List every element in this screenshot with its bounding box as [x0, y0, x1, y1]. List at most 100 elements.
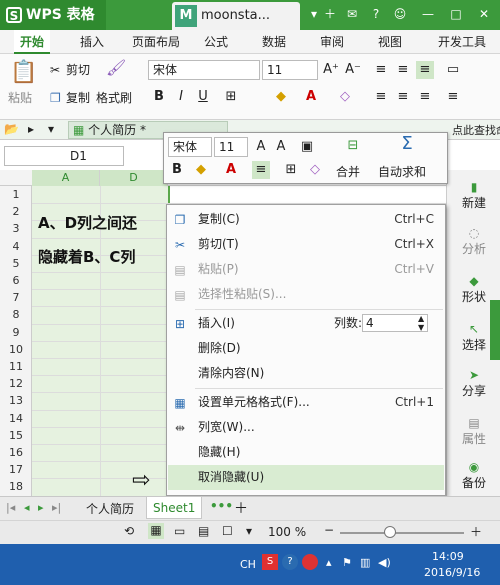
column-header-a[interactable]: A	[32, 170, 100, 186]
merge-button[interactable]: 合并	[336, 163, 360, 180]
wrap-icon[interactable]: ▭	[444, 61, 462, 79]
tab-dropdown-icon[interactable]: ▾	[306, 6, 322, 22]
align-right-icon[interactable]: ≡	[416, 88, 434, 106]
sheet-tab-sheet1[interactable]: Sheet1	[146, 497, 203, 519]
menu-item-format-cells[interactable]: ▦ 设置单元格格式(F)... Ctrl+1	[168, 390, 444, 415]
maximize-icon[interactable]: □	[448, 6, 464, 22]
tab-formula[interactable]: 公式	[198, 30, 234, 54]
row-header[interactable]: 16	[0, 444, 32, 461]
italic-button[interactable]: I	[172, 88, 190, 106]
bold-button[interactable]: B	[150, 88, 168, 106]
zoom-slider-track[interactable]	[340, 532, 464, 534]
new-panel-item[interactable]: ▮ 新建	[447, 180, 500, 211]
justify-icon[interactable]: ≡	[444, 88, 462, 106]
autosum-icon[interactable]: Σ	[398, 135, 416, 153]
column-header-d[interactable]: D	[100, 170, 168, 186]
tab-page-layout[interactable]: 页面布局	[126, 30, 186, 54]
menu-item-paste-special[interactable]: ▤ 选择性粘贴(S)...	[168, 282, 444, 307]
tab-developer[interactable]: 开发工具	[424, 30, 500, 54]
borders-icon[interactable]: ⊞	[222, 88, 240, 106]
underline-button[interactable]: U	[194, 88, 212, 106]
spinner-icon[interactable]: ▲ ▼	[418, 314, 424, 332]
shrink-font-button[interactable]: A⁻	[344, 61, 362, 79]
tab-start[interactable]: 开始	[14, 30, 50, 54]
help-icon[interactable]: ?	[368, 6, 384, 22]
backup-panel-item[interactable]: ◉ 备份	[447, 460, 500, 491]
analyze-panel-item[interactable]: ◌ 分析	[447, 226, 500, 257]
row-header[interactable]: 10	[0, 341, 32, 358]
row-header[interactable]: 3	[0, 220, 32, 237]
sheet-tab-resume[interactable]: 个人简历	[80, 499, 140, 519]
tray-expand-icon[interactable]: ▴	[326, 556, 332, 569]
align-middle-icon[interactable]: ≡	[394, 61, 412, 79]
zoom-level[interactable]: 100 %	[268, 525, 306, 539]
mini-align-icon[interactable]: ≡	[252, 161, 270, 179]
tab-view[interactable]: 视图	[372, 30, 408, 54]
sheet-nav-next-icon[interactable]: ▸	[38, 501, 44, 514]
clock-date[interactable]: 2016/9/16	[424, 566, 480, 579]
mini-fill-color-icon[interactable]: ◆	[192, 161, 210, 179]
sogou-ime-icon[interactable]: S	[262, 554, 278, 570]
merge-icon[interactable]: ⊟	[344, 137, 362, 155]
mini-shrink-font-icon[interactable]: A	[272, 138, 290, 156]
input-language[interactable]: CH	[240, 558, 256, 571]
cut-button[interactable]: 剪切	[66, 62, 90, 78]
font-color-icon[interactable]: A	[302, 88, 320, 106]
cut-icon[interactable]: ✂	[50, 62, 60, 78]
mini-font-color-icon[interactable]: A	[222, 161, 240, 179]
mini-font-size[interactable]: 11	[214, 137, 248, 157]
row-header[interactable]: 9	[0, 324, 32, 341]
fill-color-icon[interactable]: ◆	[272, 88, 290, 106]
tray-app-icon[interactable]	[302, 554, 318, 570]
mini-bold-button[interactable]: B	[168, 161, 186, 179]
command-search[interactable]: 点此查找命令 (Alt+Q)	[452, 122, 500, 138]
mini-grow-font-icon[interactable]: A	[252, 138, 270, 156]
skin-icon[interactable]: ✉	[344, 6, 360, 22]
menu-item-column-width[interactable]: ⇹ 列宽(W)...	[168, 415, 444, 440]
reading-mode-icon[interactable]: ☐	[222, 524, 233, 538]
row-header[interactable]: 7	[0, 289, 32, 306]
zoom-in-icon[interactable]: ＋	[470, 523, 482, 540]
align-center-icon[interactable]: ≡	[394, 88, 412, 106]
panel-toggle[interactable]	[490, 300, 500, 360]
minimize-icon[interactable]: —	[420, 6, 436, 22]
row-header[interactable]: 5	[0, 255, 32, 272]
sheet-nav-last-icon[interactable]: ▸|	[52, 501, 61, 514]
clear-format-icon[interactable]: ◇	[336, 88, 354, 106]
menu-item-cut[interactable]: ✂ 剪切(T) Ctrl+X	[168, 232, 444, 257]
name-box[interactable]: D1	[4, 146, 124, 166]
network-icon[interactable]: ▥	[360, 556, 370, 569]
menu-item-paste[interactable]: ▤ 粘贴(P) Ctrl+V	[168, 257, 444, 282]
paste-icon[interactable]: 📋	[10, 60, 40, 88]
align-bottom-icon[interactable]: ≡	[416, 61, 434, 79]
help-tray-icon[interactable]: ?	[282, 554, 298, 570]
sheet-nav-first-icon[interactable]: |◂	[6, 501, 15, 514]
format-painter-button[interactable]: 格式刷	[96, 90, 132, 106]
share-panel-item[interactable]: ➤ 分享	[447, 368, 500, 399]
open-folder-icon[interactable]: 📂	[4, 122, 19, 136]
action-center-icon[interactable]: ⚑	[342, 556, 352, 569]
zoom-dropdown-icon[interactable]: ▾	[246, 524, 252, 538]
row-header[interactable]: 13	[0, 392, 32, 409]
format-painter-icon[interactable]: 🖌	[106, 60, 126, 76]
document-tab[interactable]: Mmoonsta...	[172, 2, 300, 30]
properties-panel-item[interactable]: ▤ 属性	[447, 416, 500, 447]
menu-item-insert[interactable]: ⊞ 插入(I) 列数: 4 ▲ ▼	[168, 311, 444, 336]
close-icon[interactable]: ✕	[476, 6, 492, 22]
menu-item-delete[interactable]: 删除(D)	[168, 336, 444, 361]
zoom-slider-thumb[interactable]	[384, 526, 396, 538]
row-header[interactable]: 15	[0, 427, 32, 444]
tab-insert[interactable]: 插入	[74, 30, 110, 54]
page-break-view-icon[interactable]: ▤	[198, 524, 209, 538]
volume-icon[interactable]: ◀)	[378, 556, 391, 569]
align-top-icon[interactable]: ≡	[372, 61, 390, 79]
tab-data[interactable]: 数据	[256, 30, 292, 54]
cell-text-line1[interactable]: A、D列之间还	[38, 212, 137, 233]
copy-button[interactable]: 复制	[66, 90, 90, 106]
more-sheets-icon[interactable]: •••	[210, 499, 233, 513]
grow-font-button[interactable]: A⁺	[322, 61, 340, 79]
font-name-select[interactable]: 宋体	[148, 60, 260, 80]
row-header[interactable]: 12	[0, 375, 32, 392]
zoom-out-icon[interactable]: −	[324, 523, 334, 537]
mini-font-name[interactable]: 宋体	[168, 137, 212, 157]
